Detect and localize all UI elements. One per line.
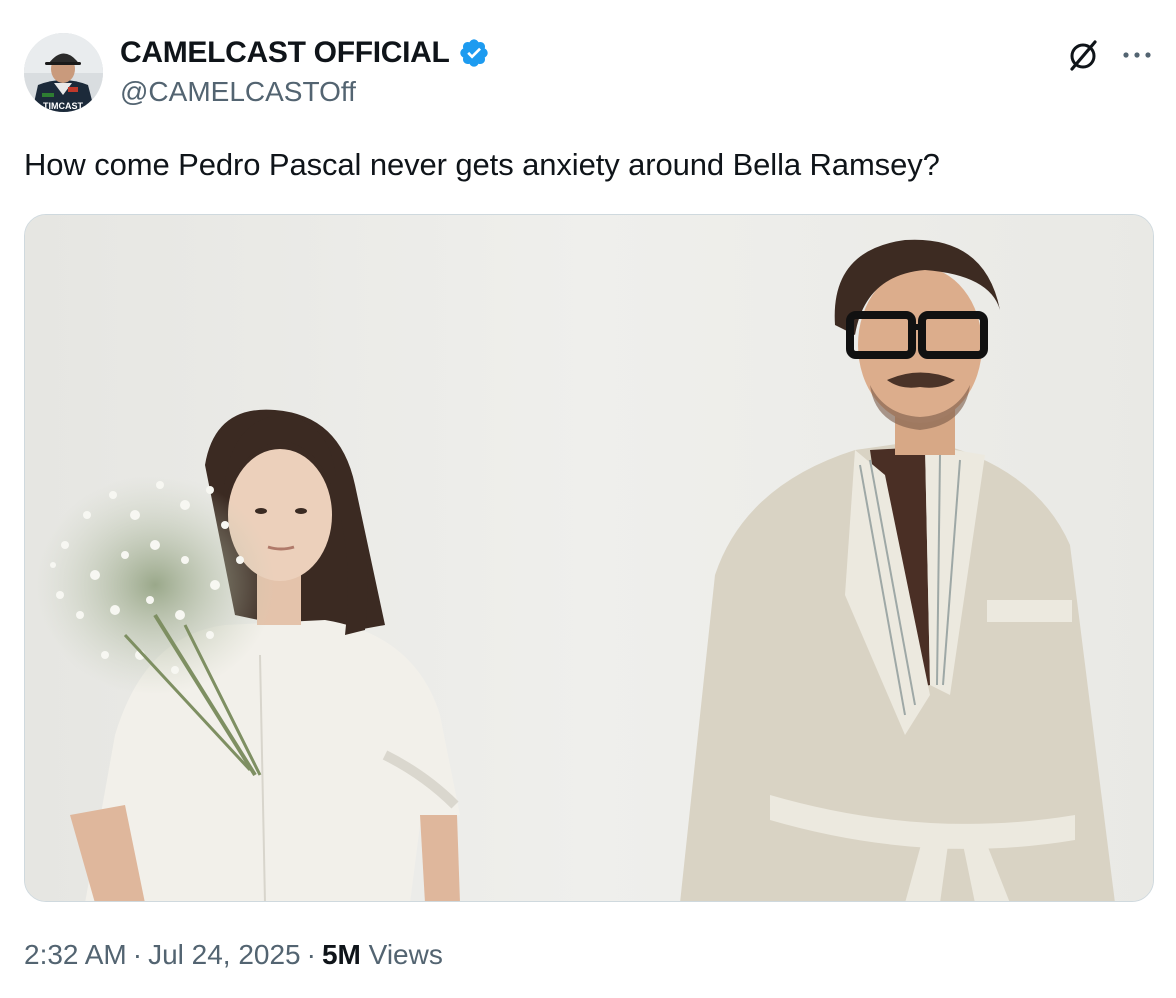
author-handle[interactable]: @CAMELCASTOff bbox=[120, 76, 356, 108]
views-count[interactable]: 5M bbox=[322, 939, 361, 970]
avatar-logo-text: TIMCAST bbox=[43, 101, 83, 111]
avatar[interactable]: TIMCAST bbox=[24, 33, 103, 112]
meta-separator: · bbox=[306, 939, 316, 970]
more-horizontal-icon[interactable] bbox=[1118, 36, 1156, 74]
verified-badge-icon[interactable] bbox=[458, 37, 490, 69]
tweet-photo[interactable] bbox=[24, 214, 1154, 902]
views-label[interactable]: Views bbox=[369, 939, 443, 970]
tweet-meta: 2:32 AM · Jul 24, 2025 · 5M Views bbox=[24, 939, 443, 971]
tweet-text: How come Pedro Pascal never gets anxiety… bbox=[24, 147, 940, 182]
tweet: TIMCAST CAMELCAST OFFICIAL @CAMELCASTOff… bbox=[0, 0, 1176, 998]
author-name-row: CAMELCAST OFFICIAL bbox=[120, 36, 490, 70]
tweet-time[interactable]: 2:32 AM bbox=[24, 939, 127, 970]
meta-separator: · bbox=[132, 939, 143, 970]
photo-image bbox=[25, 215, 1153, 901]
tweet-date[interactable]: Jul 24, 2025 bbox=[148, 939, 301, 970]
avatar-image: TIMCAST bbox=[24, 33, 103, 112]
display-name[interactable]: CAMELCAST OFFICIAL bbox=[120, 36, 450, 70]
grok-icon[interactable] bbox=[1064, 36, 1102, 74]
